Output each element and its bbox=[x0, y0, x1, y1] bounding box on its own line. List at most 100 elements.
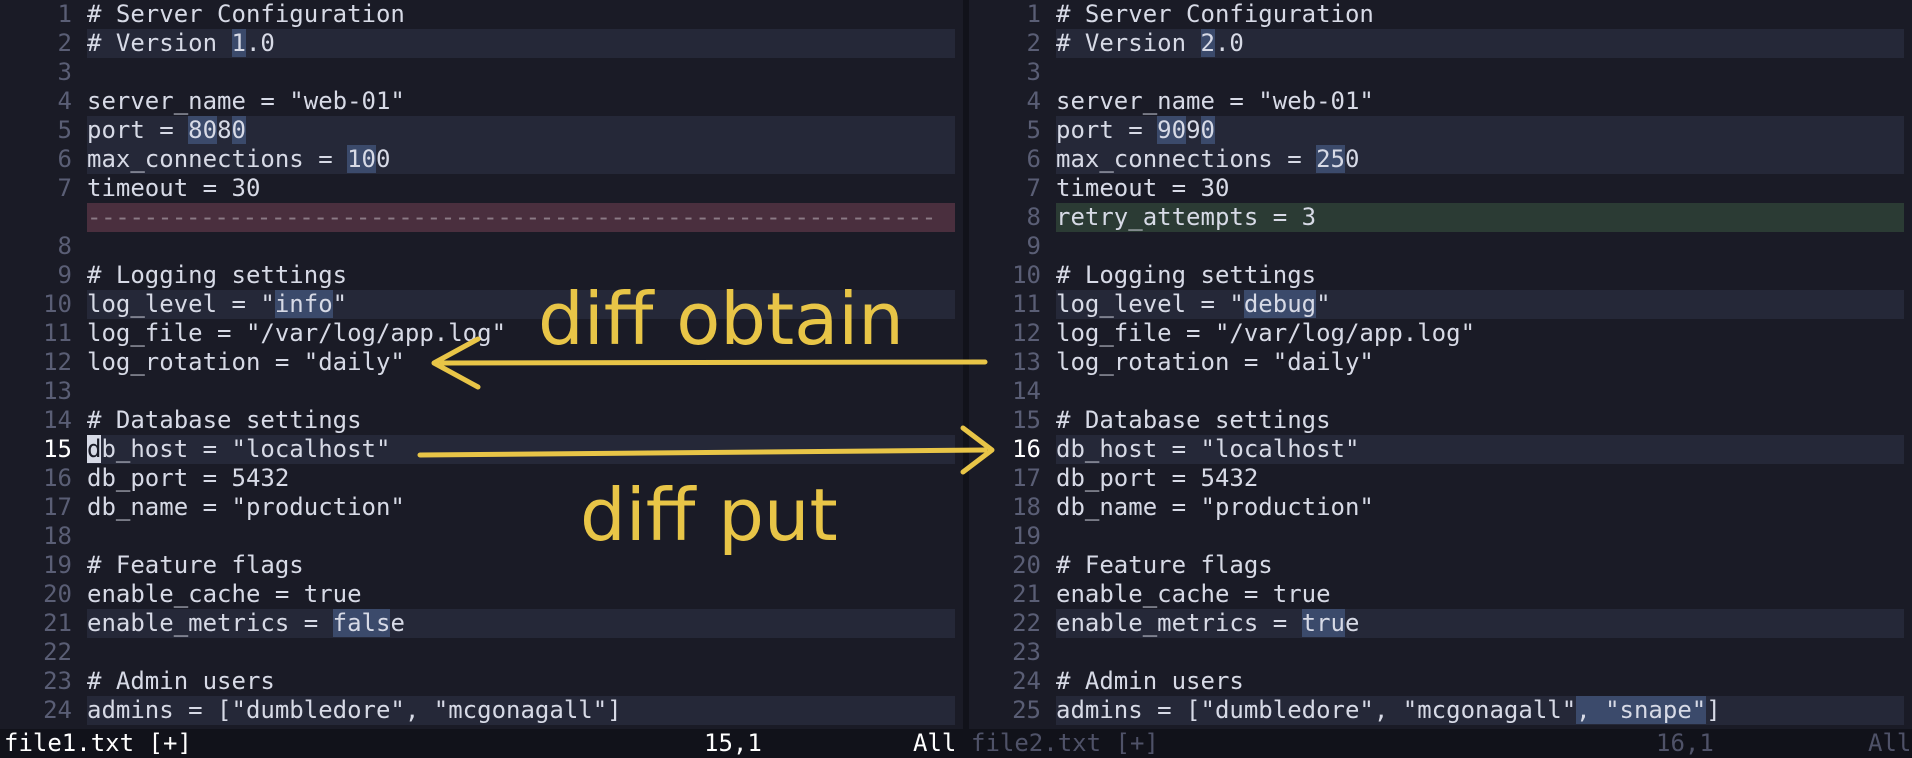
line-text[interactable]: port = 8080 bbox=[87, 116, 955, 145]
deleted-line-filler[interactable]: ----------------------------------------… bbox=[87, 203, 955, 232]
line-text[interactable]: max_connections = 250 bbox=[1056, 145, 1904, 174]
code-line[interactable]: 17 db_name = "production" bbox=[0, 493, 963, 522]
code-line[interactable]: 14 bbox=[969, 377, 1912, 406]
code-line[interactable]: 9 # Logging settings bbox=[0, 261, 963, 290]
code-line[interactable]: 13 bbox=[0, 377, 963, 406]
code-line[interactable]: 22 bbox=[0, 638, 963, 667]
line-text[interactable]: max_connections = 100 bbox=[87, 145, 955, 174]
line-text[interactable]: # Feature flags bbox=[1056, 551, 1904, 580]
code-line[interactable]: 20 enable_cache = true bbox=[0, 580, 963, 609]
code-line[interactable]: 14 # Database settings bbox=[0, 406, 963, 435]
line-text[interactable]: enable_metrics = true bbox=[1056, 609, 1904, 638]
left-editor-pane[interactable]: 1 # Server Configuration 2 # Version 1.0 3 4 s… bbox=[0, 0, 963, 729]
code-line[interactable]: 6 max_connections = 100 bbox=[0, 145, 963, 174]
line-text[interactable] bbox=[87, 58, 955, 87]
code-line[interactable]: 19 # Feature flags bbox=[0, 551, 963, 580]
line-text[interactable]: db_host = "localhost" bbox=[87, 435, 955, 464]
code-line[interactable]: ----------------------------------------… bbox=[0, 203, 963, 232]
code-line[interactable]: 11 log_file = "/var/log/app.log" bbox=[0, 319, 963, 348]
line-text[interactable]: # Database settings bbox=[87, 406, 955, 435]
line-text[interactable]: admins = ["dumbledore", "mcgonagall"] bbox=[87, 696, 955, 725]
code-line[interactable]: 7 timeout = 30 bbox=[969, 174, 1912, 203]
code-line[interactable]: 15 db_host = "localhost" bbox=[0, 435, 963, 464]
code-line[interactable]: 20 # Feature flags bbox=[969, 551, 1912, 580]
line-text[interactable]: admins = ["dumbledore", "mcgonagall", "s… bbox=[1056, 696, 1904, 725]
code-line[interactable]: 18 bbox=[0, 522, 963, 551]
code-line[interactable]: 8 retry_attempts = 3 bbox=[969, 203, 1912, 232]
code-line[interactable]: 22 enable_metrics = true bbox=[969, 609, 1912, 638]
code-line[interactable]: 16 db_port = 5432 bbox=[0, 464, 963, 493]
line-text[interactable]: db_host = "localhost" bbox=[1056, 435, 1904, 464]
line-text[interactable] bbox=[87, 232, 955, 261]
code-line[interactable]: 23 bbox=[969, 638, 1912, 667]
line-text[interactable]: log_level = "info" bbox=[87, 290, 955, 319]
line-text[interactable]: # Admin users bbox=[87, 667, 955, 696]
line-text[interactable]: # Server Configuration bbox=[1056, 0, 1904, 29]
line-text[interactable] bbox=[1056, 232, 1904, 261]
line-text[interactable]: enable_metrics = false bbox=[87, 609, 955, 638]
code-line[interactable]: 12 log_file = "/var/log/app.log" bbox=[969, 319, 1912, 348]
code-line[interactable]: 23 # Admin users bbox=[0, 667, 963, 696]
line-text[interactable]: db_name = "production" bbox=[87, 493, 955, 522]
line-text[interactable]: # Version 1.0 bbox=[87, 29, 955, 58]
code-line[interactable]: 21 enable_metrics = false bbox=[0, 609, 963, 638]
line-text[interactable]: timeout = 30 bbox=[87, 174, 955, 203]
code-line[interactable]: 11 log_level = "debug" bbox=[969, 290, 1912, 319]
line-text[interactable]: log_file = "/var/log/app.log" bbox=[1056, 319, 1904, 348]
code-line[interactable]: 5 port = 9090 bbox=[969, 116, 1912, 145]
line-text[interactable]: # Logging settings bbox=[1056, 261, 1904, 290]
code-line[interactable]: 1 # Server Configuration bbox=[969, 0, 1912, 29]
code-line[interactable]: 5 port = 8080 bbox=[0, 116, 963, 145]
line-text[interactable]: server_name = "web-01" bbox=[1056, 87, 1904, 116]
line-text[interactable]: timeout = 30 bbox=[1056, 174, 1904, 203]
code-line[interactable]: 9 bbox=[969, 232, 1912, 261]
line-text[interactable]: # Server Configuration bbox=[87, 0, 955, 29]
line-text[interactable] bbox=[1056, 58, 1904, 87]
line-text[interactable]: log_rotation = "daily" bbox=[87, 348, 955, 377]
code-line[interactable]: 3 bbox=[969, 58, 1912, 87]
code-line[interactable]: 24 admins = ["dumbledore", "mcgonagall"] bbox=[0, 696, 963, 725]
line-text[interactable] bbox=[87, 522, 955, 551]
code-line[interactable]: 10 # Logging settings bbox=[969, 261, 1912, 290]
line-text[interactable]: # Feature flags bbox=[87, 551, 955, 580]
code-line[interactable]: 21 enable_cache = true bbox=[969, 580, 1912, 609]
code-line[interactable]: 19 bbox=[969, 522, 1912, 551]
code-line[interactable]: 6 max_connections = 250 bbox=[969, 145, 1912, 174]
line-text[interactable]: # Version 2.0 bbox=[1056, 29, 1904, 58]
line-text[interactable]: log_level = "debug" bbox=[1056, 290, 1904, 319]
code-line[interactable]: 7 timeout = 30 bbox=[0, 174, 963, 203]
line-text[interactable]: server_name = "web-01" bbox=[87, 87, 955, 116]
line-text[interactable]: db_port = 5432 bbox=[87, 464, 955, 493]
line-text[interactable]: # Admin users bbox=[1056, 667, 1904, 696]
line-text[interactable] bbox=[1056, 522, 1904, 551]
line-text[interactable]: port = 9090 bbox=[1056, 116, 1904, 145]
code-line[interactable]: 24 # Admin users bbox=[969, 667, 1912, 696]
code-line[interactable]: 17 db_port = 5432 bbox=[969, 464, 1912, 493]
code-line[interactable]: 2 # Version 1.0 bbox=[0, 29, 963, 58]
code-line[interactable]: 18 db_name = "production" bbox=[969, 493, 1912, 522]
line-text[interactable]: enable_cache = true bbox=[87, 580, 955, 609]
line-text[interactable]: # Logging settings bbox=[87, 261, 955, 290]
code-line[interactable]: 16 db_host = "localhost" bbox=[969, 435, 1912, 464]
code-line[interactable]: 8 bbox=[0, 232, 963, 261]
right-editor-pane[interactable]: 1 # Server Configuration 2 # Version 2.0 3 4 s… bbox=[969, 0, 1912, 729]
code-line[interactable]: 1 # Server Configuration bbox=[0, 0, 963, 29]
code-line[interactable]: 3 bbox=[0, 58, 963, 87]
line-text[interactable] bbox=[87, 638, 955, 667]
line-text[interactable]: db_name = "production" bbox=[1056, 493, 1904, 522]
code-line[interactable]: 15 # Database settings bbox=[969, 406, 1912, 435]
code-line[interactable]: 25 admins = ["dumbledore", "mcgonagall", … bbox=[969, 696, 1912, 725]
line-text[interactable]: retry_attempts = 3 bbox=[1056, 203, 1904, 232]
line-text[interactable]: log_rotation = "daily" bbox=[1056, 348, 1904, 377]
line-text[interactable]: enable_cache = true bbox=[1056, 580, 1904, 609]
line-text[interactable] bbox=[1056, 377, 1904, 406]
line-text[interactable]: # Database settings bbox=[1056, 406, 1904, 435]
code-line[interactable]: 12 log_rotation = "daily" bbox=[0, 348, 963, 377]
line-text[interactable] bbox=[1056, 638, 1904, 667]
code-line[interactable]: 10 log_level = "info" bbox=[0, 290, 963, 319]
code-line[interactable]: 2 # Version 2.0 bbox=[969, 29, 1912, 58]
line-text[interactable] bbox=[87, 377, 955, 406]
code-line[interactable]: 4 server_name = "web-01" bbox=[0, 87, 963, 116]
code-line[interactable]: 13 log_rotation = "daily" bbox=[969, 348, 1912, 377]
code-line[interactable]: 4 server_name = "web-01" bbox=[969, 87, 1912, 116]
